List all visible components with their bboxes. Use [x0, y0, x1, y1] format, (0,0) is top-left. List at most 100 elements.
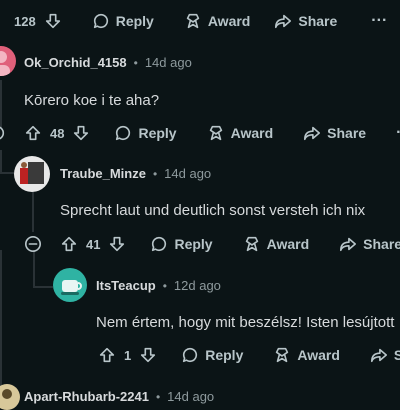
award-label: Award [297, 347, 340, 363]
avatar[interactable] [14, 156, 50, 192]
separator-dot: • [133, 55, 138, 70]
share-button[interactable]: Share [339, 235, 400, 253]
share-icon [370, 348, 387, 363]
avatar-image [61, 280, 82, 295]
avatar[interactable] [0, 384, 20, 410]
downvote-button[interactable] [108, 235, 126, 253]
downvote-button[interactable] [139, 346, 157, 364]
vote-count: 48 [50, 125, 65, 141]
share-label: Share [298, 13, 338, 29]
more-icon: · [396, 124, 400, 142]
award-button[interactable]: Award [207, 124, 274, 142]
top-action-row: 128 Reply Award Share ··· [14, 12, 387, 30]
thread-connector [33, 286, 53, 288]
thread-line[interactable] [0, 250, 2, 400]
comment-action-row: 48 Reply Award Share · [0, 124, 400, 142]
award-label: Award [207, 13, 251, 29]
reply-button[interactable]: Reply [114, 124, 177, 142]
reply-icon [116, 125, 131, 141]
upvote-button[interactable] [60, 235, 78, 253]
comment-timestamp[interactable]: 14d ago [167, 389, 214, 404]
comment-author[interactable]: Ok_Orchid_4158 [24, 55, 127, 70]
collapse-button[interactable] [0, 124, 6, 142]
award-label: Award [266, 236, 310, 252]
upvote-button[interactable] [98, 346, 116, 364]
avatar-image [0, 51, 10, 76]
comment-timestamp[interactable]: 14d ago [145, 55, 192, 70]
upvote-icon [61, 236, 77, 252]
downvote-icon [74, 125, 89, 141]
comment-header: Apart-Rhubarb-2241 • 14d ago [24, 389, 214, 404]
vote-group: 48 [24, 124, 90, 142]
collapse-button[interactable] [24, 235, 42, 253]
reply-icon [152, 236, 167, 252]
comment-body: Kōrero koe i te aha? [24, 92, 160, 109]
downvote-button[interactable] [44, 12, 62, 30]
thread-connector [33, 250, 35, 286]
comment-author[interactable]: ItsTeacup [96, 278, 156, 293]
comment-timestamp[interactable]: 12d ago [174, 278, 221, 293]
downvote-icon [45, 13, 60, 29]
separator-dot: • [155, 389, 161, 404]
award-label: Award [230, 125, 274, 141]
avatar[interactable] [53, 268, 87, 302]
share-button[interactable]: Share [303, 124, 366, 142]
vote-count: 1 [124, 347, 132, 363]
comment-action-row: 1 Reply Award S [98, 346, 400, 364]
avatar-image [20, 162, 44, 184]
thread-line[interactable] [0, 80, 2, 128]
avatar[interactable] [0, 46, 16, 76]
vote-count: 128 [14, 13, 36, 29]
comment-action-row: 41 Reply Award Share [24, 235, 400, 253]
more-icon: ··· [371, 12, 388, 29]
reply-button[interactable]: Reply [150, 235, 213, 253]
downvote-icon [141, 347, 156, 363]
share-button[interactable]: Share [274, 12, 337, 30]
reply-icon [93, 13, 108, 29]
comment-author[interactable]: Apart-Rhubarb-2241 [24, 389, 149, 404]
vote-group: 1 [98, 346, 157, 364]
reply-label: Reply [205, 347, 244, 363]
share-icon [340, 237, 357, 252]
comment-timestamp[interactable]: 14d ago [164, 166, 211, 181]
comment-body: Nem értem, hogy mit beszélsz! Isten lesú… [96, 314, 395, 331]
reply-button[interactable]: Reply [181, 346, 243, 364]
downvote-button[interactable] [72, 124, 90, 142]
more-button[interactable]: ··· [371, 12, 387, 30]
award-icon [186, 13, 200, 29]
reply-label: Reply [174, 236, 213, 252]
vote-count: 41 [86, 236, 101, 252]
share-label: Share [363, 236, 400, 252]
downvote-icon [110, 236, 125, 252]
upvote-icon [99, 347, 115, 363]
thread-line[interactable] [32, 190, 34, 232]
thread-connector [0, 172, 14, 174]
award-button[interactable]: Award [243, 235, 310, 253]
comment-header: Traube_Minze • 14d ago [60, 166, 211, 181]
award-button[interactable]: Award [184, 12, 251, 30]
separator-dot: • [162, 278, 167, 293]
award-icon [276, 347, 289, 363]
thread-connector [0, 150, 2, 172]
share-icon [304, 126, 321, 141]
avatar-image [2, 389, 12, 399]
separator-dot: • [152, 166, 158, 181]
share-button[interactable]: S [370, 346, 400, 364]
reply-label: Reply [138, 125, 177, 141]
award-icon [245, 236, 258, 252]
comment-header: ItsTeacup • 12d ago [96, 278, 221, 293]
vote-group: 41 [60, 235, 126, 253]
comment-author[interactable]: Traube_Minze [60, 166, 146, 181]
award-icon [209, 125, 222, 141]
reply-label: Reply [115, 13, 154, 29]
vote-group: 128 [14, 12, 62, 30]
collapse-icon [0, 126, 5, 140]
collapse-icon [24, 235, 42, 253]
upvote-icon [25, 125, 41, 141]
upvote-button[interactable] [24, 124, 42, 142]
share-icon [275, 14, 292, 29]
more-button[interactable]: · [396, 124, 400, 142]
award-button[interactable]: Award [273, 346, 340, 364]
reply-icon [183, 347, 198, 363]
reply-button[interactable]: Reply [92, 12, 154, 30]
